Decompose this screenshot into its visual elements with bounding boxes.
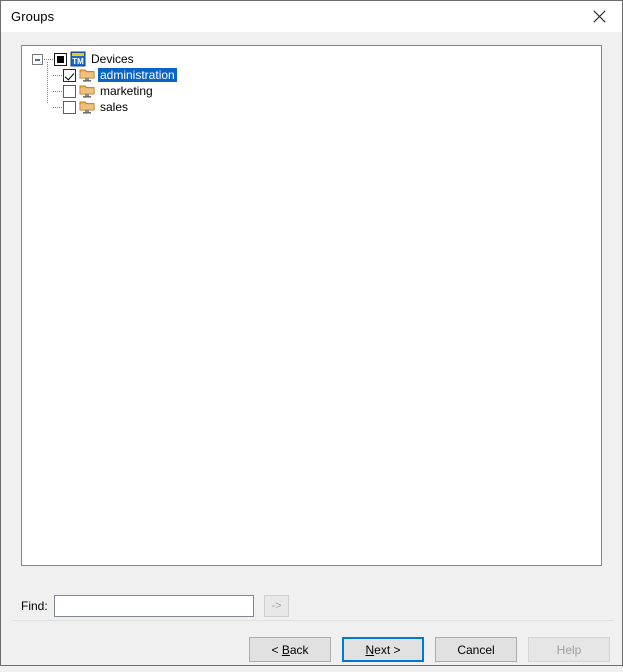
group-folder-icon	[79, 99, 95, 115]
checkbox-marketing[interactable]	[63, 84, 76, 98]
group-folder-icon	[79, 67, 95, 83]
checkbox-administration[interactable]	[63, 68, 76, 82]
cancel-button[interactable]: Cancel	[435, 637, 517, 662]
tree-node-label: marketing	[100, 84, 153, 98]
help-button-label: Help	[556, 642, 582, 657]
next-button-label: Next >	[365, 642, 401, 657]
tm-device-manager-icon: TM	[70, 51, 86, 67]
find-label: Find:	[21, 599, 48, 613]
title-bar: Groups	[1, 1, 622, 32]
tree-node-sales[interactable]: sales	[22, 99, 601, 115]
groups-tree-panel[interactable]: TM Devices administration marketing sale…	[21, 45, 602, 566]
svg-text:TM: TM	[72, 57, 84, 66]
tree-node-administration[interactable]: administration	[22, 67, 601, 83]
groups-dialog-window: Groups TM Devices administration marketi…	[0, 0, 623, 666]
tree-connector-dots	[53, 90, 62, 92]
tree-connector-dots	[53, 74, 62, 76]
find-go-button[interactable]: ->	[264, 595, 289, 617]
tree-connector-dots	[44, 58, 53, 60]
window-title: Groups	[11, 9, 55, 24]
find-row: Find: ->	[21, 593, 602, 619]
tree-node-label: administration	[98, 68, 177, 82]
back-button[interactable]: < Back	[249, 637, 331, 662]
close-icon	[593, 9, 606, 23]
button-bar: < Back Next > Cancel Help	[1, 627, 622, 672]
expander-toggle-icon[interactable]	[32, 53, 43, 65]
tree-node-marketing[interactable]: marketing	[22, 83, 601, 99]
tree-node-label: Devices	[91, 52, 134, 66]
footer-separator	[12, 620, 613, 621]
checkbox-sales[interactable]	[63, 100, 76, 114]
dialog-content: TM Devices administration marketing sale…	[1, 32, 622, 665]
group-folder-icon	[79, 83, 95, 99]
cancel-button-label: Cancel	[457, 642, 495, 657]
find-input[interactable]	[54, 595, 254, 617]
tree-node-devices[interactable]: TM Devices	[22, 51, 601, 67]
tree-node-label: sales	[100, 100, 129, 114]
help-button: Help	[528, 637, 610, 662]
arrow-right-icon: ->	[271, 600, 282, 612]
next-button[interactable]: Next >	[342, 637, 424, 662]
close-button[interactable]	[577, 1, 622, 31]
tree-connector-dots	[53, 106, 62, 108]
back-button-label: < Back	[271, 642, 309, 657]
checkbox-devices[interactable]	[54, 52, 67, 66]
